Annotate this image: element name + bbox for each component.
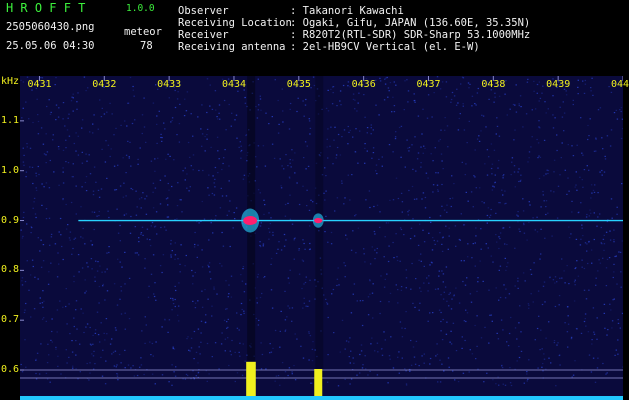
histogram-bar: [246, 361, 256, 396]
y-tick-label: 1.0: [1, 164, 20, 176]
x-tick-label: 0439: [546, 79, 571, 90]
x-tick-label: 0431: [27, 79, 52, 90]
x-tick-label: 0435: [286, 79, 311, 90]
file-name: 2505060430.png: [6, 21, 95, 33]
x-tick-label: 0438: [481, 79, 506, 90]
y-tick-label: 0.6: [1, 364, 20, 376]
mode-label: meteor: [124, 26, 162, 38]
antenna-label: Receiving antenna: [178, 41, 286, 53]
observer-label: Observer: [178, 5, 229, 17]
x-tick-label: 0440: [611, 79, 629, 90]
echo-core: [243, 216, 258, 226]
receiver-value: : R820T2(RTL-SDR) SDR-Sharp 53.1000MHz: [290, 29, 531, 41]
x-tick-label: 0432: [92, 79, 117, 90]
y-tick-label: 0.8: [1, 264, 20, 276]
x-tick-label: 0433: [157, 79, 182, 90]
echo-shadow: [315, 76, 324, 386]
x-tick-label: 0437: [416, 79, 441, 90]
location-value: : Ogaki, Gifu, JAPAN (136.60E, 35.35N): [290, 17, 531, 29]
echo-core: [314, 217, 323, 224]
x-tick-label: 0434: [221, 79, 247, 90]
x-tick-label: 0436: [351, 79, 376, 90]
timestamp: 25.05.06 04:30: [6, 40, 95, 52]
app-title: HROFFT: [6, 1, 93, 15]
observer-value: : Takanori Kawachi: [290, 5, 404, 17]
location-label: Receiving Location: [178, 17, 292, 29]
meteor-count: 78: [140, 40, 153, 52]
y-tick-label: 1.1: [1, 114, 20, 126]
y-tick-label: 0.9: [1, 214, 20, 226]
receiver-label: Receiver: [178, 29, 229, 41]
y-tick-label: 0.7: [1, 314, 20, 326]
header-panel: HROFFT 1.0.0 2505060430.png meteor 25.05…: [0, 0, 629, 72]
app-version: 1.0.0: [126, 3, 155, 14]
y-axis-unit-label: kHz: [1, 76, 20, 87]
spectrogram-panel: [20, 76, 623, 400]
histogram-baseline: [20, 396, 623, 400]
histogram-bar: [314, 369, 323, 396]
antenna-value: : 2el-HB9CV Vertical (el. E-W): [290, 41, 480, 53]
